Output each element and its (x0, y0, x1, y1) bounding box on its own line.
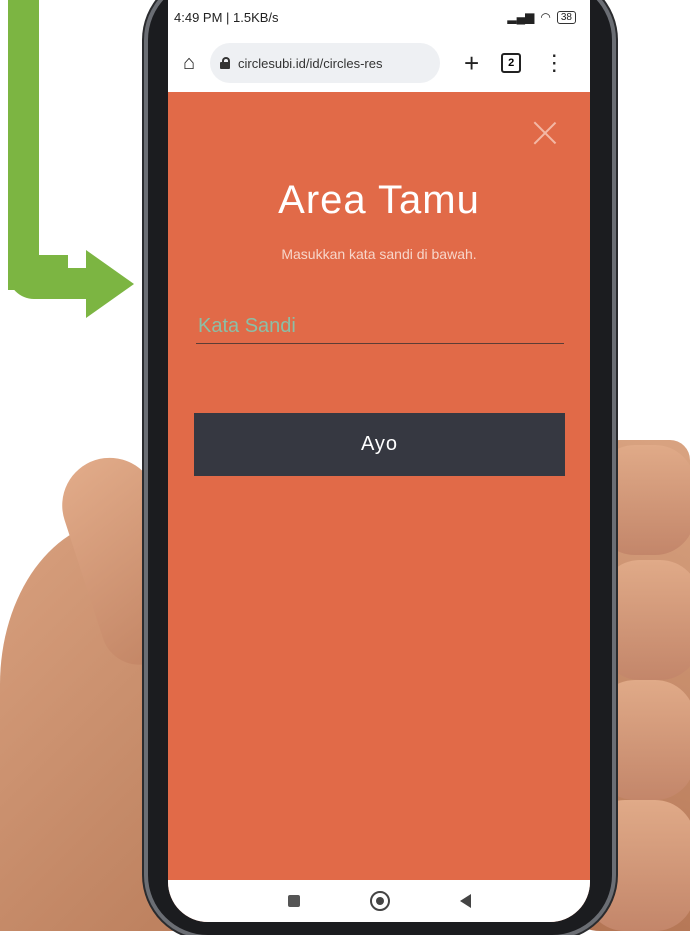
more-menu-icon[interactable]: ⋮ (543, 52, 565, 74)
password-input[interactable] (196, 310, 564, 344)
browser-toolbar: ⌂ circlesubi.id/id/circles-res + 2 ⋮ (168, 34, 590, 92)
page-subtitle: Masukkan kata sandi di bawah. (281, 246, 477, 262)
home-icon[interactable]: ⌂ (178, 52, 200, 74)
recent-apps-icon[interactable] (287, 895, 300, 907)
signal-icon: ▂▄▆ (507, 10, 535, 24)
status-icons: ▂▄▆ ◠ 38 (507, 10, 576, 24)
status-time: 4:49 PM | 1.5KB/s (174, 9, 279, 25)
green-arrow-shaft (8, 0, 39, 290)
home-nav-icon[interactable] (369, 891, 390, 911)
green-arrow-head-icon (86, 250, 134, 318)
submit-button[interactable]: Ayo (194, 413, 565, 476)
page-title: Area Tamu (278, 178, 480, 222)
battery-icon: 38 (556, 10, 576, 24)
new-tab-icon[interactable]: + (464, 50, 479, 76)
status-bar: 4:49 PM | 1.5KB/s ▂▄▆ ◠ 38 (168, 0, 590, 34)
address-bar[interactable]: circlesubi.id/id/circles-res (210, 43, 440, 83)
tab-switcher-button[interactable]: 2 (501, 53, 522, 73)
android-nav-bar (168, 880, 590, 922)
wifi-icon: ◠ (540, 10, 551, 24)
back-icon[interactable] (459, 894, 471, 908)
finger (600, 560, 690, 680)
close-icon[interactable] (532, 120, 558, 146)
url-text: circlesubi.id/id/circles-res (238, 55, 383, 71)
phone-screen: 4:49 PM | 1.5KB/s ▂▄▆ ◠ 38 ⌂ circlesubi.… (168, 0, 590, 922)
lock-icon (220, 57, 230, 69)
green-arrow-bar (8, 268, 88, 299)
